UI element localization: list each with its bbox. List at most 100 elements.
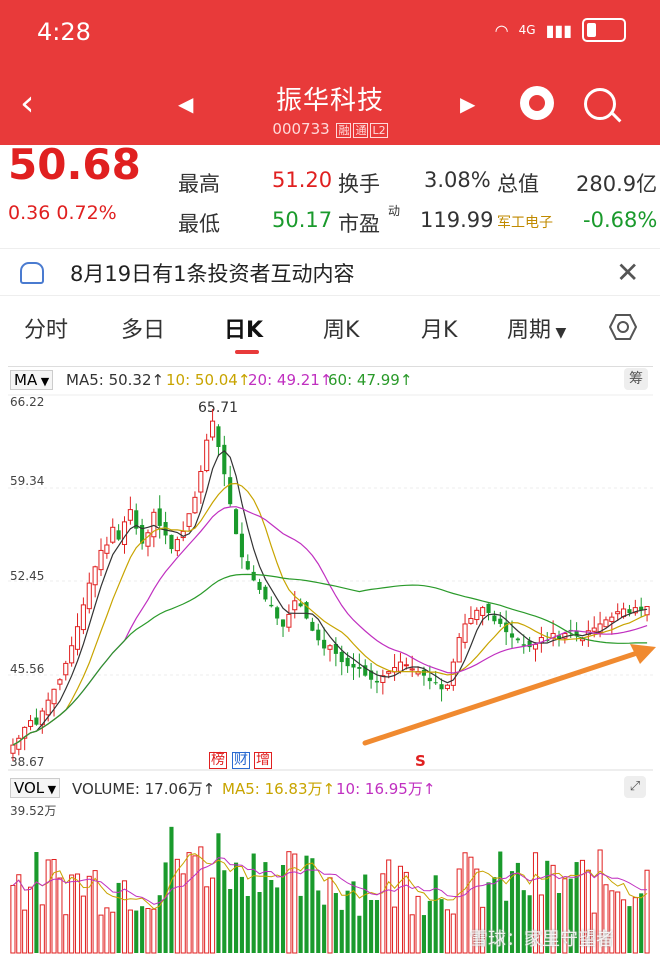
candle <box>257 581 262 590</box>
volume-bar <box>374 900 380 953</box>
kline-chart[interactable] <box>0 0 660 955</box>
candle <box>110 526 116 543</box>
volume-bar <box>257 892 262 953</box>
volume-bar <box>327 877 333 954</box>
candle <box>286 613 292 628</box>
volume-bar <box>245 895 250 953</box>
sell-signal[interactable]: S <box>415 752 426 770</box>
candle <box>234 509 239 535</box>
volume-bar <box>69 874 75 954</box>
candle <box>74 626 81 650</box>
candle <box>69 645 75 664</box>
candle <box>433 682 438 684</box>
candle <box>498 618 503 624</box>
finance-badge[interactable]: 财 <box>232 752 250 769</box>
candle <box>245 561 250 570</box>
candle <box>644 606 650 616</box>
volume-bar <box>316 890 321 953</box>
volume-bar <box>74 873 81 954</box>
candle <box>298 603 303 607</box>
candle <box>51 688 57 705</box>
candle <box>210 420 216 438</box>
volume-bar <box>615 891 621 954</box>
candle <box>456 637 462 663</box>
volume-bar <box>421 915 426 953</box>
vol-ma10-readout: 10: 16.95万↑ <box>336 780 436 798</box>
candle <box>198 470 204 493</box>
volume-bar <box>415 895 421 954</box>
candle <box>409 668 415 671</box>
candle <box>192 496 198 514</box>
volume-bar <box>22 909 28 954</box>
volume-bar <box>228 888 233 953</box>
candle <box>127 509 133 521</box>
volume-bar <box>104 907 110 954</box>
rank-badge[interactable]: 榜 <box>209 752 227 769</box>
volume-bar <box>186 852 192 954</box>
volume-bar <box>632 897 638 954</box>
candle <box>157 508 162 526</box>
candle <box>327 645 333 650</box>
candle <box>174 539 180 552</box>
candle <box>345 657 350 667</box>
candle <box>216 426 221 447</box>
candle <box>339 651 344 663</box>
candle <box>239 533 244 558</box>
volume-bar <box>339 909 344 953</box>
vol-selector-label: VOL <box>14 779 45 797</box>
volume-bar <box>239 876 244 953</box>
volume-bar <box>216 833 221 953</box>
candle <box>104 544 110 554</box>
candle <box>615 611 621 615</box>
volume-bar <box>462 852 468 954</box>
volume-bar <box>280 864 286 953</box>
add-badge[interactable]: 增 <box>254 752 272 769</box>
volume-bar <box>98 914 104 954</box>
volume-bar <box>310 858 315 953</box>
candle <box>310 621 315 631</box>
candle <box>532 643 539 650</box>
volume-bar <box>110 911 116 954</box>
chevron-down-icon: ▼ <box>44 783 57 796</box>
volume-bar <box>380 873 386 954</box>
volume-bar <box>145 907 151 954</box>
volume-bar <box>140 906 145 953</box>
volume-bar <box>456 868 462 954</box>
volume-bar <box>269 879 274 953</box>
volume-bar <box>286 851 292 954</box>
candle <box>34 717 39 725</box>
candle <box>468 618 474 624</box>
candle <box>292 600 298 611</box>
volume-bar <box>397 865 404 954</box>
vol-selector[interactable]: VOL ▼ <box>10 778 61 798</box>
candle <box>492 615 497 622</box>
volume-bar <box>363 874 368 953</box>
volume-bar <box>234 862 239 953</box>
candle <box>204 439 210 472</box>
candle <box>474 609 480 621</box>
candle <box>98 549 104 571</box>
candle <box>403 664 409 667</box>
volume-bar <box>16 874 22 954</box>
candle <box>10 744 16 754</box>
volume-bar <box>86 875 92 954</box>
volume-bar <box>403 871 409 954</box>
candle <box>374 680 380 683</box>
volume-bar <box>298 895 303 953</box>
volume-bar <box>627 906 632 953</box>
candle <box>357 667 362 669</box>
volume-bar <box>34 852 39 953</box>
candle <box>480 607 486 616</box>
candle <box>421 669 426 676</box>
volume-bar <box>345 890 350 953</box>
candle <box>322 639 327 649</box>
volume-bar <box>121 880 128 954</box>
candle <box>269 604 274 607</box>
ma10-line <box>12 482 648 746</box>
volume-bar <box>198 846 204 954</box>
expand-icon[interactable]: ⤢ <box>624 776 646 798</box>
volume-bar <box>39 904 45 954</box>
candle <box>80 604 86 631</box>
candle <box>45 699 51 716</box>
candle <box>609 616 615 622</box>
